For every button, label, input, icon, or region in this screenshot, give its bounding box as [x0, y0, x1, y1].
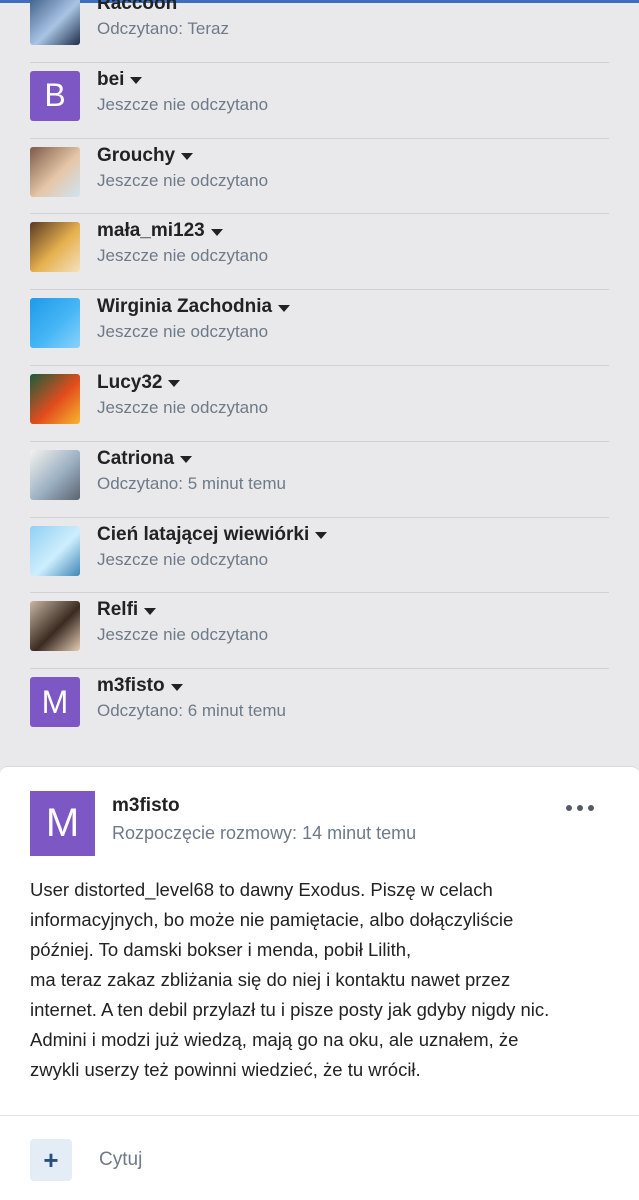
post-body-line: zwykli userzy też powinni wiedzieć, że t… [30, 1059, 421, 1080]
reader-info: Lucy32 Jeszcze nie odczytano [97, 371, 268, 418]
plus-icon[interactable]: + [30, 1139, 72, 1181]
reader-avatar[interactable] [30, 146, 80, 197]
reader-row: Cień latającej wiewiórki Jeszcze nie odcz… [30, 518, 609, 594]
reader-avatar[interactable]: M [30, 677, 80, 728]
reader-row: Catriona Odczytano: 5 minut temu [30, 442, 609, 518]
read-status: Jeszcze nie odczytano [97, 322, 269, 342]
reader-name-link[interactable]: Wirginia Zachodnia [97, 295, 291, 319]
reader-row: Wirginia Zachodnia Jeszcze nie odczytano [30, 290, 609, 366]
post-author-name[interactable]: m3fisto [112, 795, 180, 817]
reader-row: Mm3fisto Odczytano: 6 minut temu [30, 669, 609, 745]
reader-name-link[interactable]: Raccoon [97, 0, 229, 16]
reader-info: Relfi Jeszcze nie odczytano [97, 598, 268, 645]
reader-info: m3fisto Odczytano: 6 minut temu [97, 674, 286, 721]
reader-name: Raccoon [97, 0, 178, 14]
reader-avatar[interactable]: B [30, 70, 80, 121]
reader-name-link[interactable]: m3fisto [97, 674, 286, 698]
reader-info: Catriona Odczytano: 5 minut temu [97, 447, 286, 494]
caret-down-icon[interactable] [144, 607, 157, 615]
read-status: Jeszcze nie odczytano [97, 170, 269, 190]
reader-name: bei [97, 68, 125, 90]
reader-avatar[interactable] [30, 0, 80, 45]
reader-avatar[interactable] [30, 601, 80, 652]
reader-info: Raccoon Odczytano: Teraz [97, 0, 229, 39]
more-options-icon[interactable] [566, 801, 594, 815]
reader-name-link[interactable]: Cień latającej wiewiórki [97, 523, 328, 547]
reader-row: Grouchy Jeszcze nie odczytano [30, 139, 609, 215]
post-footer-divider [0, 1115, 639, 1116]
reader-info: Wirginia Zachodnia Jeszcze nie odczytano [97, 295, 291, 342]
post-message-body: User distorted_level68 to dawny Exodus. … [30, 875, 615, 1085]
caret-down-icon[interactable] [168, 380, 181, 388]
reader-name: Lucy32 [97, 371, 163, 393]
reader-avatar[interactable] [30, 373, 80, 424]
read-status: Odczytano: 6 minut temu [97, 701, 286, 721]
conversation-post: M m3fisto Rozpoczęcie rozmowy: 14 minut … [0, 766, 639, 1200]
reader-info: Cień latającej wiewiórki Jeszcze nie odcz… [97, 523, 328, 570]
reader-row: mała_mi123 Jeszcze nie odczytano [30, 214, 609, 291]
caret-down-icon[interactable] [130, 77, 143, 85]
reader-row: Relfi Jeszcze nie odczytano [30, 593, 609, 670]
reader-name: Wirginia Zachodnia [97, 296, 273, 318]
reader-info: bei Jeszcze nie odczytano [97, 68, 268, 115]
post-body-line: User distorted_level68 to dawny Exodus. … [30, 879, 493, 900]
read-status: Odczytano: Teraz [97, 19, 229, 38]
quote-button[interactable]: Cytuj [99, 1149, 142, 1171]
reader-name: mała_mi123 [97, 220, 205, 242]
reader-info: Grouchy Jeszcze nie odczytano [97, 144, 268, 191]
read-status: Jeszcze nie odczytano [97, 246, 269, 266]
reader-name: Grouchy [97, 144, 176, 166]
reader-avatar[interactable] [30, 449, 80, 500]
reader-name: Cień latającej wiewiórki [97, 523, 310, 545]
reader-avatar[interactable] [30, 525, 80, 576]
reader-row: Lucy32 Jeszcze nie odczytano [30, 366, 609, 442]
post-author-avatar[interactable]: M [30, 791, 95, 856]
reader-name-link[interactable]: Grouchy [97, 144, 268, 168]
reader-name: Catriona [97, 447, 175, 469]
post-body-line: internet. A ten debil przylazł tu i pisz… [30, 999, 550, 1020]
reader-name-link[interactable]: bei [97, 68, 268, 92]
caret-down-icon[interactable] [210, 228, 223, 236]
post-body-line: Admini i modzi już wiedzą, mają go na ok… [30, 1029, 519, 1050]
reader-row: Bbei Jeszcze nie odczytano [30, 63, 609, 139]
read-status: Jeszcze nie odczytano [97, 549, 269, 569]
reader-row: Raccoon Odczytano: Teraz [30, 0, 609, 63]
conversation-started-time: Rozpoczęcie rozmowy: 14 minut temu [112, 823, 417, 843]
readers-list: Raccoon Odczytano: Teraz Bbei Jeszcze nie o… [30, 0, 609, 745]
read-status: Jeszcze nie odczytano [97, 625, 269, 645]
reader-name-link[interactable]: Relfi [97, 598, 268, 622]
caret-down-icon[interactable] [170, 683, 183, 691]
post-body-line: później. To damski bokser i menda, pobił… [30, 939, 412, 960]
post-body-line: ma teraz zakaz zbliżania się do niej i k… [30, 969, 511, 990]
caret-down-icon[interactable] [180, 456, 193, 464]
read-status: Odczytano: 5 minut temu [97, 473, 286, 493]
reader-name: m3fisto [97, 675, 165, 697]
reader-name-link[interactable]: Catriona [97, 447, 286, 471]
read-status: Jeszcze nie odczytano [97, 397, 269, 417]
read-status: Jeszcze nie odczytano [97, 94, 269, 114]
reader-name-link[interactable]: mała_mi123 [97, 219, 268, 243]
reader-info: mała_mi123 Jeszcze nie odczytano [97, 219, 268, 266]
post-body-line: informacyjnych, bo może nie pamiętacie, … [30, 909, 514, 930]
caret-down-icon[interactable] [315, 532, 328, 540]
caret-down-icon[interactable] [278, 304, 291, 312]
reader-name: Relfi [97, 599, 139, 621]
reader-name-link[interactable]: Lucy32 [97, 371, 268, 395]
reader-avatar[interactable] [30, 222, 80, 273]
caret-down-icon[interactable] [181, 153, 194, 161]
reader-avatar[interactable] [30, 298, 80, 349]
